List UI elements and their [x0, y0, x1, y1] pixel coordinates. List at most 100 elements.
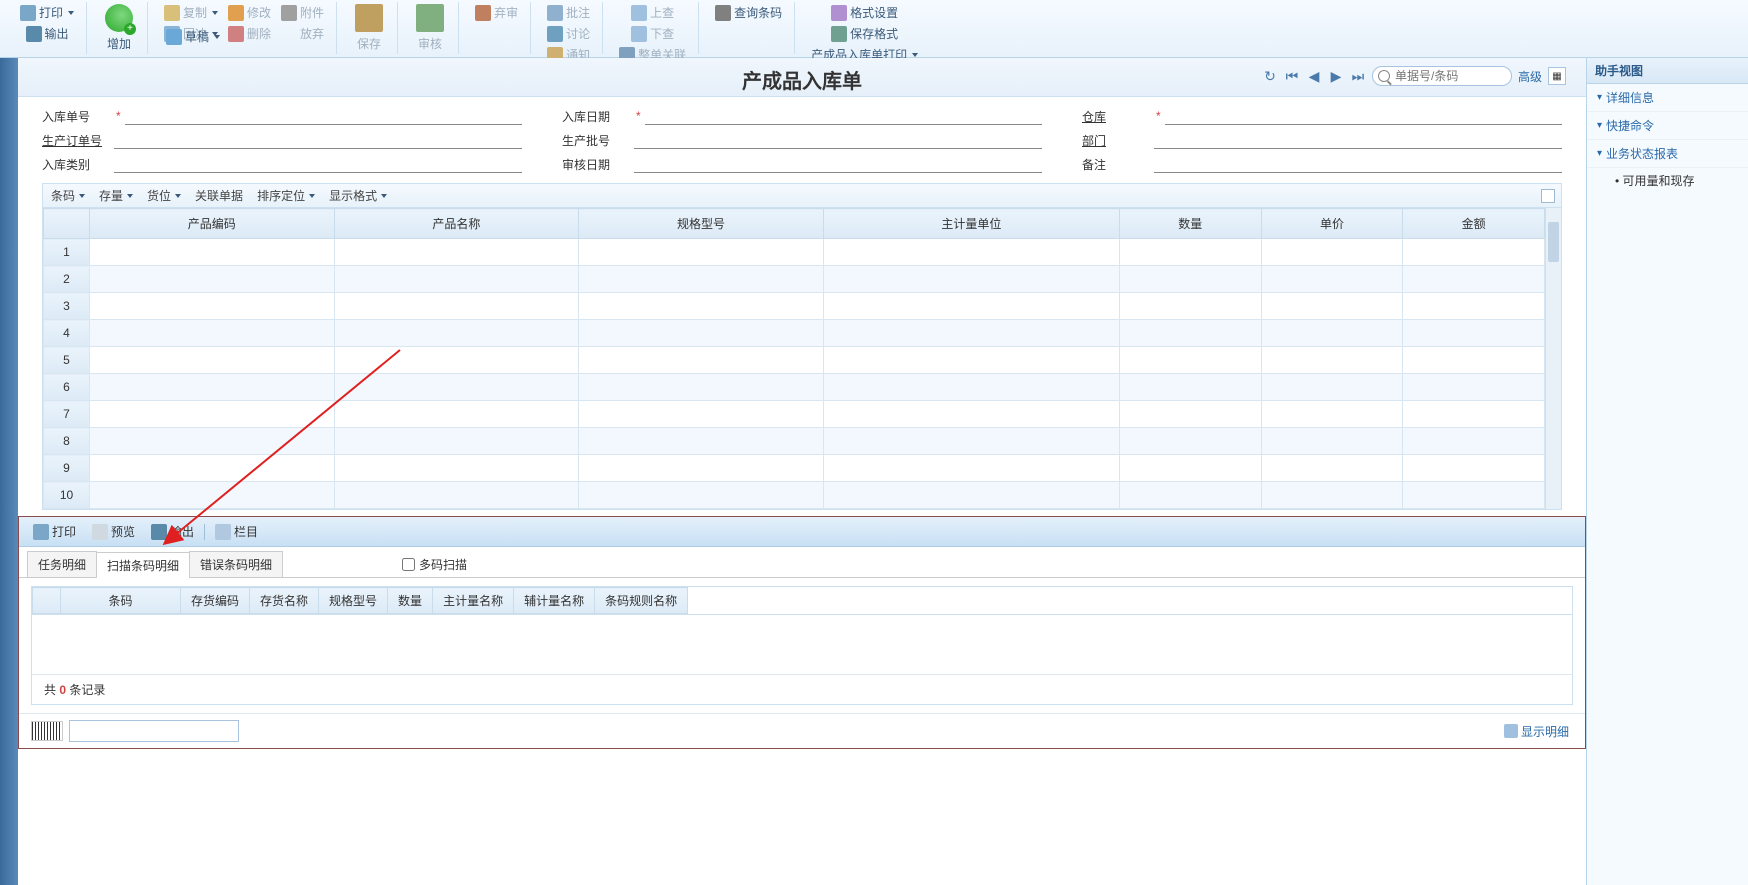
- input-prodorder[interactable]: [114, 131, 522, 149]
- label-warehouse[interactable]: 仓库: [1082, 108, 1150, 125]
- col-4[interactable]: 数量: [1119, 209, 1261, 239]
- table-row[interactable]: 2: [44, 266, 1545, 293]
- up-page-button[interactable]: 上查: [627, 2, 678, 23]
- save-format-button[interactable]: 保存格式: [827, 23, 902, 44]
- bp-preview[interactable]: 预览: [86, 521, 141, 542]
- reject-button[interactable]: 弃审: [471, 2, 522, 23]
- barcode-input[interactable]: [69, 720, 239, 742]
- barcode-icon: [715, 5, 731, 21]
- show-detail-button[interactable]: 显示明细: [1504, 723, 1569, 740]
- table-row[interactable]: 10: [44, 482, 1545, 509]
- gt-relbill[interactable]: 关联单据: [195, 187, 243, 204]
- input-docno[interactable]: [125, 107, 522, 125]
- input-dept[interactable]: [1154, 131, 1562, 149]
- tab-error[interactable]: 错误条码明细: [189, 551, 283, 577]
- col-3[interactable]: 主计量单位: [823, 209, 1119, 239]
- edit-icon: [228, 5, 244, 21]
- gt-sort[interactable]: 排序定位: [257, 187, 315, 204]
- attach-button[interactable]: 附件: [277, 2, 328, 23]
- rp-report[interactable]: ▾业务状态报表: [1587, 140, 1748, 168]
- label-docdate: 入库日期: [562, 108, 630, 125]
- down-page-button[interactable]: 下查: [627, 23, 678, 44]
- input-warehouse[interactable]: [1165, 107, 1562, 125]
- query-barcode-button[interactable]: 查询条码: [711, 2, 786, 23]
- export-button[interactable]: 输出: [22, 23, 73, 44]
- bcol-1[interactable]: 存货编码: [181, 588, 250, 614]
- table-row[interactable]: 6: [44, 374, 1545, 401]
- copy-button[interactable]: 复制: [160, 2, 222, 23]
- bcol-4[interactable]: 数量: [388, 588, 433, 614]
- bp-columns[interactable]: 栏目: [209, 521, 264, 542]
- grid-scrollbar[interactable]: [1545, 208, 1561, 509]
- rp-detail[interactable]: ▾详细信息: [1587, 84, 1748, 112]
- save-button[interactable]: 保存: [349, 2, 389, 54]
- input-auditdate[interactable]: [634, 155, 1042, 173]
- modify-button[interactable]: 修改: [224, 2, 275, 23]
- bcol-0[interactable]: 条码: [61, 588, 181, 614]
- bcol-6[interactable]: 辅计量名称: [514, 588, 595, 614]
- table-row[interactable]: 8: [44, 428, 1545, 455]
- reject-icon: [475, 5, 491, 21]
- input-intype[interactable]: [114, 155, 522, 173]
- calendar-icon[interactable]: ▦: [1548, 67, 1566, 85]
- col-5[interactable]: 单价: [1261, 209, 1403, 239]
- release-icon: [281, 26, 297, 42]
- col-1[interactable]: 产品名称: [334, 209, 579, 239]
- bcol-5[interactable]: 主计量名称: [433, 588, 514, 614]
- col-0[interactable]: 产品编码: [90, 209, 335, 239]
- format-button[interactable]: 格式设置: [827, 2, 902, 23]
- table-row[interactable]: 4: [44, 320, 1545, 347]
- draft-button[interactable]: 草稿: [162, 26, 224, 47]
- multi-scan-checkbox[interactable]: [402, 558, 415, 571]
- col-2[interactable]: 规格型号: [579, 209, 824, 239]
- refresh-button[interactable]: ↻: [1262, 68, 1278, 84]
- form-area: 入库单号* 入库日期* 仓库* 生产订单号 生产批号 部门 入库类别 审核日期 …: [18, 97, 1586, 179]
- rp-avail[interactable]: 可用量和现存: [1587, 168, 1748, 193]
- batch-note-button[interactable]: 批注: [543, 2, 594, 23]
- record-count: 共 0 条记录: [32, 674, 1572, 704]
- input-batch[interactable]: [634, 131, 1042, 149]
- rp-title: 助手视图: [1587, 58, 1748, 84]
- gt-stock[interactable]: 存量: [99, 187, 133, 204]
- add-button[interactable]: 增加: [99, 2, 139, 54]
- bcol-3[interactable]: 规格型号: [319, 588, 388, 614]
- gt-dispfmt[interactable]: 显示格式: [329, 187, 387, 204]
- input-docdate[interactable]: [645, 107, 1042, 125]
- bcol-sel: [33, 588, 61, 614]
- gt-loc[interactable]: 货位: [147, 187, 181, 204]
- multi-scan-check[interactable]: 多码扫描: [402, 556, 467, 573]
- print-button[interactable]: 打印: [16, 2, 78, 23]
- table-row[interactable]: 5: [44, 347, 1545, 374]
- bcol-2[interactable]: 存货名称: [250, 588, 319, 614]
- bcol-7[interactable]: 条码规则名称: [595, 588, 688, 614]
- discuss-button[interactable]: 讨论: [543, 23, 594, 44]
- input-remark[interactable]: [1154, 155, 1562, 173]
- search-box[interactable]: [1372, 66, 1512, 86]
- tab-scan[interactable]: 扫描条码明细: [96, 552, 190, 578]
- audit-button[interactable]: 审核: [410, 2, 450, 54]
- delete-button[interactable]: 删除: [224, 23, 275, 44]
- search-input[interactable]: [1395, 69, 1503, 83]
- gt-barcode[interactable]: 条码: [51, 187, 85, 204]
- col-rownum: [44, 209, 90, 239]
- rp-quick[interactable]: ▾快捷命令: [1587, 112, 1748, 140]
- advanced-link[interactable]: 高级: [1518, 68, 1542, 85]
- delete-icon: [228, 26, 244, 42]
- release-button[interactable]: 放弃: [277, 23, 328, 44]
- last-button[interactable]: ⏭: [1350, 68, 1366, 84]
- table-row[interactable]: 9: [44, 455, 1545, 482]
- tab-task[interactable]: 任务明细: [27, 551, 97, 577]
- table-row[interactable]: 7: [44, 401, 1545, 428]
- col-6[interactable]: 金额: [1403, 209, 1545, 239]
- left-nav-strip[interactable]: [0, 58, 18, 885]
- label-dept[interactable]: 部门: [1082, 132, 1150, 149]
- gt-expand-button[interactable]: [1541, 189, 1555, 203]
- prev-button[interactable]: ◀: [1306, 68, 1322, 84]
- label-prodorder[interactable]: 生产订单号: [42, 132, 110, 149]
- table-row[interactable]: 1: [44, 239, 1545, 266]
- next-button[interactable]: ▶: [1328, 68, 1344, 84]
- bp-export[interactable]: 输出: [145, 521, 200, 542]
- table-row[interactable]: 3: [44, 293, 1545, 320]
- bp-print[interactable]: 打印: [27, 521, 82, 542]
- first-button[interactable]: ⏮: [1284, 68, 1300, 84]
